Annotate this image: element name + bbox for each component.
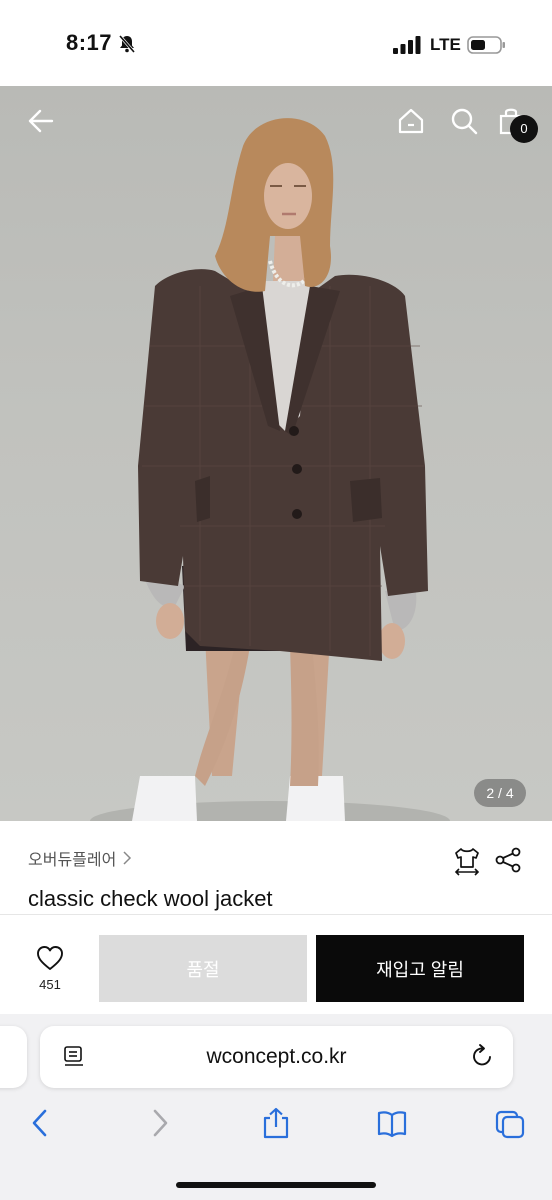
bell-off-icon	[118, 35, 136, 53]
search-icon[interactable]	[449, 106, 479, 136]
product-photo	[90, 118, 450, 821]
image-pager: 2 / 4	[474, 779, 526, 807]
status-bar: 8:17 LTE	[0, 0, 552, 86]
wishlist-button[interactable]: 451	[20, 945, 80, 992]
previous-tab-preview[interactable]	[0, 1026, 27, 1088]
reload-icon[interactable]	[469, 1043, 495, 1069]
tabs-icon[interactable]	[494, 1106, 526, 1140]
safari-back-icon[interactable]	[25, 1106, 57, 1140]
status-time: 8:17	[66, 30, 113, 55]
signal-icon	[393, 36, 421, 54]
chevron-right-icon	[123, 851, 132, 865]
wishlist-count: 451	[39, 977, 61, 992]
back-arrow-icon[interactable]	[26, 106, 56, 136]
share-sheet-icon[interactable]	[260, 1106, 292, 1140]
share-icon[interactable]	[494, 846, 522, 874]
browser-toolbar: wconcept.co.kr	[0, 1014, 552, 1200]
soldout-button[interactable]: 품절	[99, 935, 307, 1002]
brand-name: 오버듀플레어	[28, 850, 117, 869]
address-bar[interactable]: wconcept.co.kr	[40, 1026, 513, 1088]
network-type: LTE	[430, 35, 461, 54]
purchase-action-bar: 451 품절 재입고 알림	[0, 914, 552, 1014]
product-image-gallery[interactable]: 0 2 / 4	[0, 86, 552, 821]
battery-icon	[467, 36, 505, 54]
brand-link[interactable]: 오버듀플레어	[28, 846, 132, 870]
url-text: wconcept.co.kr	[206, 1045, 347, 1068]
heart-icon	[37, 946, 63, 970]
safari-forward-icon[interactable]	[143, 1106, 175, 1140]
size-fit-icon[interactable]	[452, 846, 482, 876]
cart-count-badge[interactable]: 0	[510, 115, 538, 143]
bookmarks-icon[interactable]	[376, 1106, 408, 1140]
restock-alert-button[interactable]: 재입고 알림	[316, 935, 524, 1002]
home-icon[interactable]	[396, 106, 426, 136]
home-indicator	[176, 1182, 376, 1188]
product-title: classic check wool jacket	[28, 886, 273, 911]
